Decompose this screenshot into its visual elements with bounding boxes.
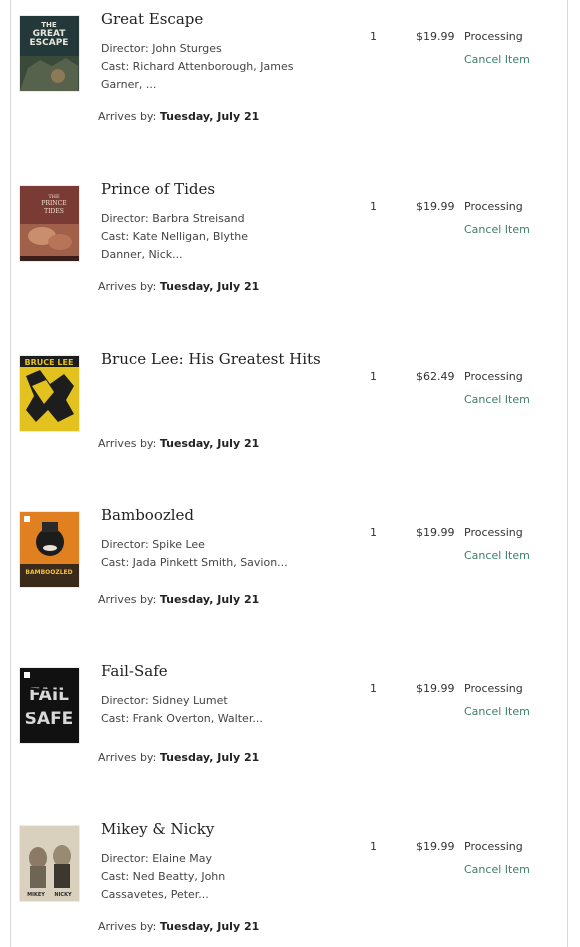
item-title[interactable]: Prince of Tides [101, 179, 215, 199]
arrives-label: Arrives by: [98, 280, 157, 293]
cancel-item-link[interactable]: Cancel Item [464, 393, 530, 406]
arrives-date: Tuesday, July 21 [159, 593, 260, 606]
item-poster-image[interactable]: BAMBOOZLED [20, 512, 79, 587]
poster-text: THE [41, 21, 57, 29]
item-price: $19.99 [416, 30, 455, 43]
poster-prince-of-tides: THE PRINCE TIDES [20, 186, 79, 261]
poster-text: BAMBOOZLED [25, 569, 72, 576]
item-price: $19.99 [416, 200, 455, 213]
item-poster-image[interactable]: THE PRINCE TIDES [20, 186, 79, 261]
arrives-label: Arrives by: [98, 593, 157, 606]
order-items-panel [10, 0, 568, 947]
poster-text: MIKEY [27, 892, 45, 898]
item-price: $19.99 [416, 526, 455, 539]
arrives-date: Tuesday, July 21 [159, 110, 260, 123]
item-status: Processing [464, 370, 523, 383]
cancel-item-link[interactable]: Cancel Item [464, 223, 530, 236]
poster-text: NICKY [54, 892, 72, 898]
item-status: Processing [464, 200, 523, 213]
item-director: Director: Sidney Lumet [101, 694, 228, 707]
arrives-by: Arrives by: Tuesday, July 21 [98, 280, 259, 293]
poster-text: FAIL [29, 685, 69, 705]
item-quantity: 1 [370, 30, 377, 43]
item-quantity: 1 [370, 682, 377, 695]
arrives-label: Arrives by: [98, 751, 157, 764]
item-cast-cont: Danner, Nick... [101, 248, 183, 261]
arrives-by: Arrives by: Tuesday, July 21 [98, 110, 259, 123]
poster-text: TIDES [44, 208, 64, 215]
item-director: Director: John Sturges [101, 42, 222, 55]
item-cast: Cast: Frank Overton, Walter... [101, 712, 263, 725]
item-title[interactable]: Bruce Lee: His Greatest Hits [101, 349, 321, 369]
item-cast: Cast: Kate Nelligan, Blythe [101, 230, 249, 243]
item-quantity: 1 [370, 526, 377, 539]
item-director: Director: Spike Lee [101, 538, 205, 551]
item-cast-cont: Cassavetes, Peter... [101, 888, 209, 901]
cancel-item-link[interactable]: Cancel Item [464, 549, 530, 562]
cancel-item-link[interactable]: Cancel Item [464, 53, 530, 66]
item-title[interactable]: Bamboozled [101, 505, 194, 525]
arrives-date: Tuesday, July 21 [159, 920, 260, 933]
item-quantity: 1 [370, 200, 377, 213]
arrives-by: Arrives by: Tuesday, July 21 [98, 920, 259, 933]
poster-bamboozled: BAMBOOZLED [20, 512, 79, 587]
item-price: $19.99 [416, 840, 455, 853]
item-cast-cont: Garner, ... [101, 78, 157, 91]
poster-text: PRINCE [41, 200, 66, 207]
poster-text: BRUCE LEE [25, 358, 74, 367]
item-status: Processing [464, 30, 523, 43]
arrives-date: Tuesday, July 21 [159, 280, 260, 293]
item-status: Processing [464, 682, 523, 695]
item-title[interactable]: Mikey & Nicky [101, 819, 214, 839]
item-quantity: 1 [370, 840, 377, 853]
item-poster-image[interactable]: MIKEY NICKY [20, 826, 79, 901]
item-price: $19.99 [416, 682, 455, 695]
item-director: Director: Barbra Streisand [101, 212, 245, 225]
arrives-by: Arrives by: Tuesday, July 21 [98, 437, 259, 450]
item-poster-image[interactable]: THE GREAT ESCAPE [20, 16, 79, 91]
poster-mikey-and-nicky: MIKEY NICKY [20, 826, 79, 901]
item-title[interactable]: Fail-Safe [101, 661, 168, 681]
arrives-label: Arrives by: [98, 110, 157, 123]
item-poster-image[interactable]: FAIL SAFE [20, 668, 79, 743]
item-cast: Cast: Ned Beatty, John [101, 870, 226, 883]
cancel-item-link[interactable]: Cancel Item [464, 863, 530, 876]
item-poster-image[interactable]: BRUCE LEE [20, 356, 79, 431]
poster-fail-safe: FAIL SAFE [20, 668, 79, 743]
item-title[interactable]: Great Escape [101, 9, 203, 29]
cancel-item-link[interactable]: Cancel Item [464, 705, 530, 718]
item-price: $62.49 [416, 370, 455, 383]
arrives-by: Arrives by: Tuesday, July 21 [98, 593, 259, 606]
item-cast: Cast: Richard Attenborough, James [101, 60, 294, 73]
item-cast: Cast: Jada Pinkett Smith, Savion... [101, 556, 288, 569]
item-status: Processing [464, 840, 523, 853]
item-director: Director: Elaine May [101, 852, 212, 865]
arrives-date: Tuesday, July 21 [159, 437, 260, 450]
poster-text: ESCAPE [30, 38, 69, 48]
item-quantity: 1 [370, 370, 377, 383]
arrives-label: Arrives by: [98, 920, 157, 933]
poster-great-escape: THE GREAT ESCAPE [20, 16, 79, 91]
item-status: Processing [464, 526, 523, 539]
poster-bruce-lee: BRUCE LEE [20, 356, 79, 431]
arrives-by: Arrives by: Tuesday, July 21 [98, 751, 259, 764]
arrives-label: Arrives by: [98, 437, 157, 450]
arrives-date: Tuesday, July 21 [159, 751, 260, 764]
